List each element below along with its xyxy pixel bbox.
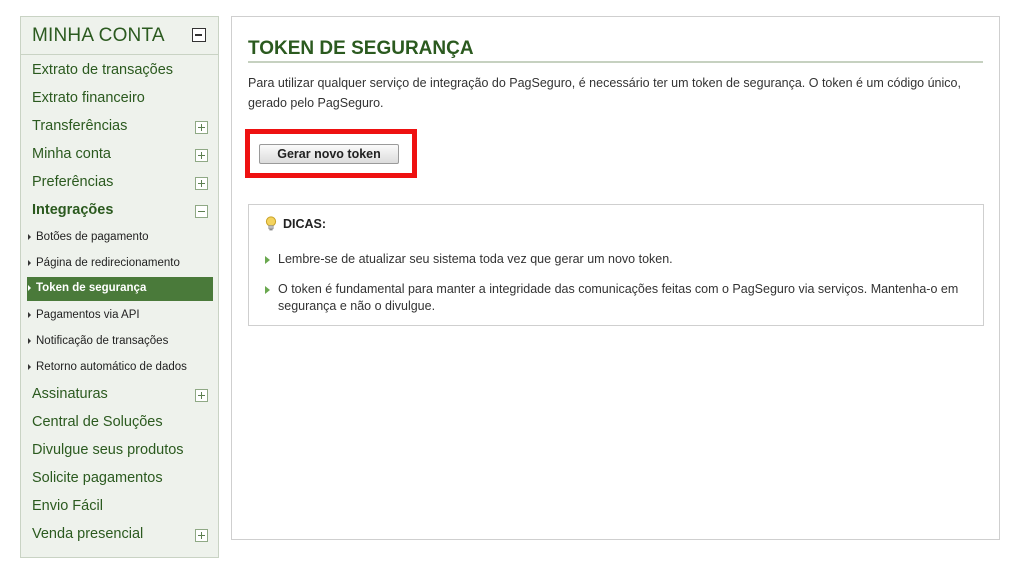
sidebar: MINHA CONTA Extrato de transações Extrat… <box>20 16 219 558</box>
expand-icon[interactable] <box>195 149 208 162</box>
sidebar-item-venda-presencial[interactable]: Venda presencial <box>21 521 218 549</box>
sidebar-item-label: Extrato financeiro <box>32 90 145 106</box>
sidebar-subitem-botoes-pagamento[interactable]: Botões de pagamento <box>27 226 213 250</box>
tips-box: DICAS: Lembre-se de atualizar seu sistem… <box>248 204 984 326</box>
sidebar-item-label: Central de Soluções <box>32 414 163 430</box>
main-content: TOKEN DE SEGURANÇA Para utilizar qualque… <box>231 16 1000 540</box>
sidebar-item-minha-conta[interactable]: Minha conta <box>21 141 218 169</box>
sidebar-subitem-notificacao-transacoes[interactable]: Notificação de transações <box>27 330 213 354</box>
divider <box>248 61 983 63</box>
collapse-icon[interactable] <box>192 28 206 42</box>
tips-title: DICAS: <box>283 217 327 231</box>
expand-icon[interactable] <box>195 529 208 542</box>
arrow-right-icon <box>28 285 31 291</box>
expand-icon[interactable] <box>195 389 208 402</box>
page-title: TOKEN DE SEGURANÇA <box>248 38 474 59</box>
sidebar-item-label: Divulgue seus produtos <box>32 442 184 458</box>
sidebar-subitem-label: Página de redirecionamento <box>36 257 180 269</box>
arrow-right-icon <box>28 312 31 318</box>
tip-text: O token é fundamental para manter a inte… <box>278 282 959 313</box>
intro-text: Para utilizar qualquer serviço de integr… <box>248 76 961 110</box>
sidebar-item-integracoes[interactable]: Integrações <box>21 197 218 225</box>
expand-icon[interactable] <box>195 121 208 134</box>
arrow-right-icon <box>28 260 31 266</box>
sidebar-item-extrato-financeiro[interactable]: Extrato financeiro <box>21 85 218 113</box>
sidebar-subitem-label: Pagamentos via API <box>36 309 140 321</box>
lightbulb-icon <box>265 216 277 231</box>
sidebar-subitem-pagina-redirecionamento[interactable]: Página de redirecionamento <box>27 252 213 276</box>
tip-text: Lembre-se de atualizar seu sistema toda … <box>278 252 673 266</box>
arrow-right-icon <box>28 364 31 370</box>
sidebar-subitem-label: Retorno automático de dados <box>36 361 187 373</box>
sidebar-item-solicite-pagamentos[interactable]: Solicite pagamentos <box>21 465 218 493</box>
bullet-icon <box>265 256 270 264</box>
sidebar-item-extrato-transacoes[interactable]: Extrato de transações <box>21 57 218 85</box>
expand-icon[interactable] <box>195 177 208 190</box>
sidebar-item-label: Solicite pagamentos <box>32 470 163 486</box>
sidebar-item-central-solucoes[interactable]: Central de Soluções <box>21 409 218 437</box>
bullet-icon <box>265 286 270 294</box>
sidebar-item-label: Envio Fácil <box>32 498 103 514</box>
collapse-icon[interactable] <box>195 205 208 218</box>
sidebar-item-label: Extrato de transações <box>32 62 174 78</box>
sidebar-item-transferencias[interactable]: Transferências <box>21 113 218 141</box>
sidebar-item-assinaturas[interactable]: Assinaturas <box>21 381 218 409</box>
sidebar-header: MINHA CONTA <box>21 17 218 55</box>
sidebar-subitem-pagamentos-api[interactable]: Pagamentos via API <box>27 304 213 328</box>
sidebar-item-preferencias[interactable]: Preferências <box>21 169 218 197</box>
sidebar-item-label: Minha conta <box>32 146 111 162</box>
sidebar-item-envio-facil[interactable]: Envio Fácil <box>21 493 218 521</box>
sidebar-subitem-retorno-automatico[interactable]: Retorno automático de dados <box>27 356 213 380</box>
sidebar-subitem-label: Notificação de transações <box>36 335 169 347</box>
sidebar-subitem-label: Token de segurança <box>36 282 147 294</box>
sidebar-item-label: Preferências <box>32 174 114 190</box>
sidebar-item-label: Assinaturas <box>32 386 108 402</box>
sidebar-title: MINHA CONTA <box>32 25 165 46</box>
arrow-right-icon <box>28 338 31 344</box>
sidebar-subitem-token-seguranca[interactable]: Token de segurança <box>27 277 213 301</box>
arrow-right-icon <box>28 234 31 240</box>
sidebar-subitem-label: Botões de pagamento <box>36 231 149 243</box>
sidebar-item-label: Integrações <box>32 202 114 218</box>
sidebar-item-label: Transferências <box>32 118 128 134</box>
generate-token-button[interactable]: Gerar novo token <box>259 144 399 164</box>
sidebar-item-label: Venda presencial <box>32 526 144 542</box>
sidebar-item-divulgue-produtos[interactable]: Divulgue seus produtos <box>21 437 218 465</box>
